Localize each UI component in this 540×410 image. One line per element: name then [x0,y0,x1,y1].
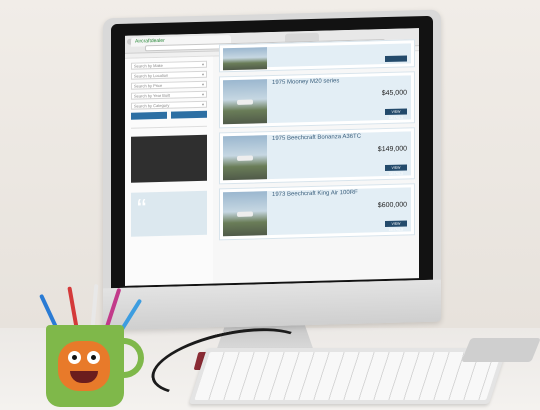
keyboard-keys[interactable] [194,352,502,400]
filter-label: Search by Category [134,102,170,109]
filter-year[interactable]: Search by Year Built ▾ [131,90,207,100]
green-mug [46,325,124,407]
chevron-down-icon: ▾ [201,71,204,77]
filter-label: Search by Location [134,72,169,79]
listing-results: 1975 Mooney M20 series $45,000 VIEW DETA… [213,39,419,283]
view-details-button[interactable]: VIEW DETAILS [385,164,407,176]
screen: Aircraftdealer Search by Make ▾ Search by… [125,28,419,286]
listing-info [267,43,411,68]
listing-price: $149,000 [377,145,407,154]
aircraft-photo[interactable] [223,135,267,181]
listing-price: $600,000 [377,201,407,210]
mug-mouth [70,371,98,383]
mug-eye [68,351,81,364]
aircraft-photo[interactable] [223,191,267,237]
plane-shape [237,99,253,105]
filter-price[interactable]: Search by Price ▾ [131,80,207,90]
filter-label: Search by Year Built [134,92,171,99]
chevron-down-icon: ▾ [201,81,204,87]
keyboard[interactable] [188,348,508,404]
filter-label: Search by Price [134,82,163,89]
listing-title[interactable]: 1973 Beechcraft King Air 100RF [272,187,411,198]
aircraft-photo[interactable] [223,47,267,71]
view-details-button[interactable]: VIEW DETAILS [385,108,407,120]
promo-banner[interactable] [131,134,207,183]
filter-label: Search by Make [134,62,163,69]
mug-face [58,341,110,391]
plane-shape [237,211,253,217]
view-details-button[interactable] [385,55,407,63]
plane-shape [237,155,253,161]
divider [131,125,207,129]
listing-info: 1973 Beechcraft King Air 100RF $600,000 … [267,187,411,236]
chevron-down-icon: ▾ [201,91,204,97]
listing-info: 1975 Beechcraft Bonanza A36TC $149,000 V… [267,131,411,180]
mug-eye [87,351,100,364]
testimonial-box: “ [131,190,207,237]
filter-make[interactable]: Search by Make ▾ [131,60,207,70]
listing-specs [272,143,362,160]
listing-card[interactable] [219,39,415,73]
listing-price: $45,000 [381,89,407,98]
search-button[interactable] [131,111,167,120]
screen-bezel: Aircraftdealer Search by Make ▾ Search by… [111,15,433,289]
chevron-down-icon: ▾ [201,101,204,107]
listing-card[interactable]: 1973 Beechcraft King Air 100RF $600,000 … [219,183,415,241]
search-sidebar: Search by Make ▾ Search by Location ▾ Sear… [125,56,213,286]
listing-info: 1975 Mooney M20 series $45,000 VIEW DETA… [267,75,411,124]
filter-category[interactable]: Search by Category ▾ [131,100,207,110]
web-page: Search by Make ▾ Search by Location ▾ Sear… [125,39,419,286]
filter-location[interactable]: Search by Location ▾ [131,70,207,80]
imac-chin [103,279,441,331]
listing-title[interactable]: 1975 Mooney M20 series [272,75,411,86]
filter-buttons [131,110,207,120]
listing-card[interactable]: 1975 Beechcraft Bonanza A36TC $149,000 V… [219,127,415,185]
trackpad[interactable] [461,338,540,362]
view-details-button[interactable]: VIEW DETAILS [385,220,407,232]
aircraft-photo[interactable] [223,79,267,125]
reset-button[interactable] [171,110,207,119]
imac: Aircraftdealer Search by Make ▾ Search by… [103,9,441,331]
listing-specs [272,87,362,104]
listing-card[interactable]: 1975 Mooney M20 series $45,000 VIEW DETA… [219,71,415,129]
chevron-down-icon: ▾ [201,61,204,67]
listing-specs [272,199,362,216]
listing-title[interactable]: 1975 Beechcraft Bonanza A36TC [272,131,411,142]
quote-icon: “ [137,193,147,225]
